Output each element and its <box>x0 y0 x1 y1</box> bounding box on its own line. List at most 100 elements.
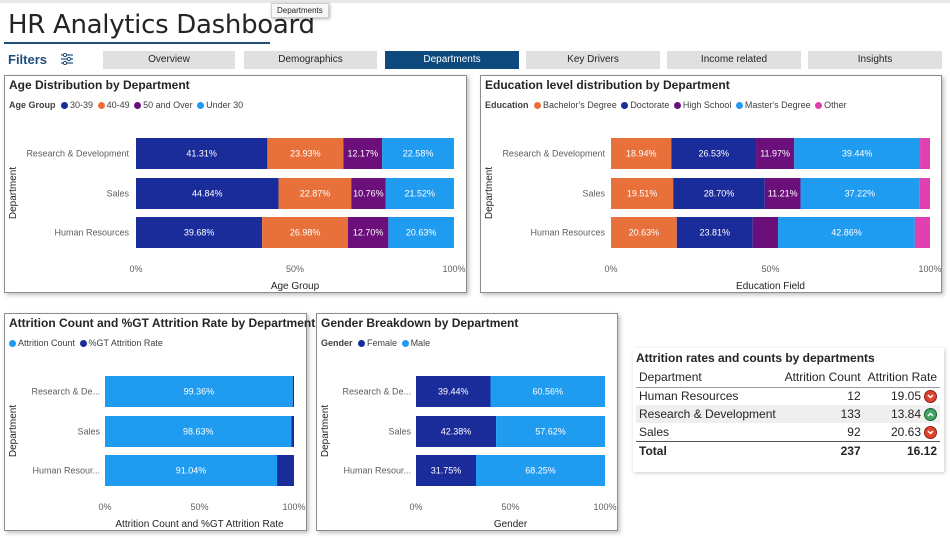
cell-count: 92 <box>847 424 861 439</box>
column-header-department[interactable]: Department <box>636 367 781 388</box>
data-label: 23.93% <box>290 149 321 159</box>
tab-insights[interactable]: Insights <box>808 51 942 69</box>
x-tick-label: 100% <box>442 264 465 274</box>
attrition-chart[interactable]: Research & De... 99.36% Sales 98.63% Human R… <box>5 314 308 532</box>
gender-chart[interactable]: Research & De... 39.44% 60.56% Sales 42.38% 5… <box>317 314 619 532</box>
x-tick-label: 0% <box>129 264 142 274</box>
x-tick-label: 50% <box>190 502 208 512</box>
category-label: Research & Development <box>26 149 129 159</box>
data-label: 12.17% <box>348 149 379 159</box>
data-label: 39.44% <box>438 387 469 397</box>
table-total-row: Total 237 16.12 <box>636 440 940 460</box>
data-label: 42.86% <box>831 228 862 238</box>
down-status-icon <box>924 425 937 439</box>
category-label: Human Resour... <box>32 466 100 476</box>
data-label: 91.04% <box>176 466 207 476</box>
bar-segment[interactable] <box>277 455 294 486</box>
attrition-table[interactable]: Department Attrition Count Attrition Rat… <box>636 367 940 460</box>
x-tick-label: 50% <box>501 502 519 512</box>
data-label: 99.36% <box>184 387 215 397</box>
bar-segment[interactable] <box>914 217 930 248</box>
data-label: 68.25% <box>525 466 556 476</box>
attrition-panel[interactable]: Attrition Count and %GT Attrition Rate b… <box>4 313 315 532</box>
education-distribution-chart[interactable]: Research & Development 18.94% 26.53% 11.97%… <box>481 76 943 294</box>
top-border <box>0 0 950 3</box>
x-axis-title: Age Group <box>271 281 320 292</box>
column-header-attrition-rate[interactable]: Attrition Rate <box>863 367 940 388</box>
tab-departments[interactable]: Departments <box>385 51 519 69</box>
bar-segment[interactable] <box>291 416 294 447</box>
education-distribution-panel[interactable]: Education level distribution by Departme… <box>480 75 942 293</box>
data-label: 12.70% <box>353 228 384 238</box>
category-label: Sales <box>77 427 100 437</box>
x-tick-label: 0% <box>409 502 422 512</box>
tab-key-drivers[interactable]: Key Drivers <box>526 51 660 69</box>
attrition-table-title: Attrition rates and counts by department… <box>636 351 875 365</box>
filters-label[interactable]: Filters <box>8 52 47 67</box>
x-tick-label: 50% <box>761 264 779 274</box>
data-label: 11.97% <box>760 149 790 159</box>
cell-rate-wrap: 19.05 <box>864 387 940 405</box>
filter-sliders-icon[interactable] <box>60 53 74 65</box>
cell-department: Human Resources <box>639 389 739 404</box>
data-label: 39.68% <box>184 228 215 238</box>
cell-rate: 13.84 <box>890 407 921 421</box>
table-row[interactable]: Research & Development 133 13.84 <box>636 405 940 423</box>
data-label: 20.63% <box>406 228 437 238</box>
tooltip-chip: Departments <box>271 3 329 18</box>
data-label: 26.53% <box>698 149 729 159</box>
category-label: Human Resources <box>54 228 129 238</box>
y-axis-title: Department <box>320 405 331 457</box>
x-axis-title: Attrition Count and %GT Attrition Rate <box>115 519 284 530</box>
data-label: 37.22% <box>845 189 876 199</box>
cell-rate-wrap: 13.84 <box>863 405 940 423</box>
title-underline <box>4 42 270 44</box>
data-label: 10.76% <box>353 189 384 199</box>
data-label: 28.70% <box>704 189 735 199</box>
tab-demographics[interactable]: Demographics <box>244 51 377 69</box>
y-axis-title: Department <box>484 167 495 219</box>
x-axis-title: Gender <box>494 519 528 530</box>
column-header-attrition-count[interactable]: Attrition Count <box>780 367 864 388</box>
x-tick-label: 100% <box>282 502 305 512</box>
cell-rate: 19.05 <box>890 389 921 404</box>
bar-segment[interactable] <box>292 376 294 407</box>
page-title: HR Analytics Dashboard <box>8 10 315 40</box>
data-label: 44.84% <box>192 189 223 199</box>
tab-income-related[interactable]: Income related <box>667 51 801 69</box>
data-label: 19.51% <box>627 189 658 199</box>
bar-segment[interactable] <box>919 178 930 209</box>
data-label: 39.44% <box>842 149 873 159</box>
data-label: 98.63% <box>183 427 214 437</box>
table-row[interactable]: Human Resources 12 19.05 <box>636 387 940 405</box>
data-label: 21.52% <box>404 189 435 199</box>
data-label: 23.81% <box>700 228 731 238</box>
bar-segment[interactable] <box>920 138 930 169</box>
up-status-icon <box>924 408 937 421</box>
category-label: Sales <box>106 189 129 199</box>
category-label: Human Resources <box>530 228 605 238</box>
x-tick-label: 0% <box>98 502 111 512</box>
category-label: Research & De... <box>31 387 100 397</box>
x-axis-title: Education Field <box>736 281 805 292</box>
table-row[interactable]: Sales 92 20.63 <box>636 423 940 441</box>
y-axis-title: Department <box>8 167 19 219</box>
data-label: 18.94% <box>626 149 657 159</box>
age-distribution-panel[interactable]: Age Distribution by Department Age Group… <box>4 75 467 293</box>
data-label: 26.98% <box>290 228 321 238</box>
total-rate: 16.12 <box>863 440 940 460</box>
tab-overview[interactable]: Overview <box>103 51 235 69</box>
gender-panel[interactable]: Gender Breakdown by Department Gender Fe… <box>316 313 618 531</box>
total-label: Total <box>636 440 781 460</box>
bar-segment[interactable] <box>752 217 779 248</box>
cell-rate-wrap: 20.63 <box>864 423 940 441</box>
total-count: 237 <box>780 440 864 460</box>
data-label: 42.38% <box>441 427 472 437</box>
data-label: 11.21% <box>768 189 798 199</box>
cell-department: Sales <box>639 424 670 439</box>
category-label: Research & De... <box>342 387 411 397</box>
age-distribution-chart[interactable]: Research & Development 41.31% 23.93% 12.17%… <box>5 76 468 294</box>
data-label: 31.75% <box>431 466 462 476</box>
x-tick-label: 0% <box>604 264 617 274</box>
data-label: 22.87% <box>300 189 331 199</box>
